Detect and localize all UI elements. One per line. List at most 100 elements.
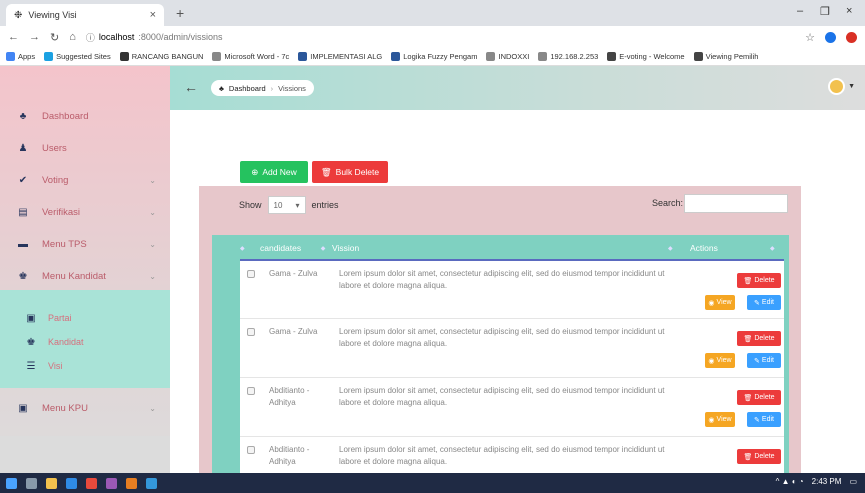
column-header-candidates[interactable]: candidates — [260, 243, 314, 253]
sidebar-item-verifikasi[interactable]: ▤ Verifikasi ⌄ — [0, 196, 170, 228]
sidebar-item-dashboard[interactable]: ♣ Dashboard — [0, 100, 170, 132]
sidebar-item-kandidat[interactable]: ♚ Kandidat — [0, 331, 170, 353]
bookmark-icon — [44, 52, 54, 61]
chrome-icon[interactable] — [86, 477, 97, 489]
entries-select[interactable]: 10 ▾ — [267, 196, 306, 214]
candidates-icon: ♚ — [18, 270, 28, 282]
sidebar-item-partai[interactable]: ▣ Partai — [0, 307, 170, 329]
file-explorer-icon[interactable] — [46, 477, 57, 489]
caret-down-icon[interactable]: ▼ — [848, 83, 855, 90]
minimize-icon[interactable]: – — [797, 5, 803, 17]
bookmark-icon — [391, 52, 401, 61]
app-icon[interactable] — [106, 477, 117, 489]
table-row: Abditianto - Adhitya Lorem ipsum dolor s… — [240, 436, 784, 473]
edit-label: Edit — [761, 416, 774, 423]
view-button[interactable]: ◉ View — [705, 412, 735, 427]
plus-circle-icon: ⊕ — [251, 166, 259, 177]
sidebar-item-voting[interactable]: ✔ Voting ⌄ — [0, 164, 170, 196]
back-icon[interactable]: ← — [8, 31, 19, 43]
column-header-vission[interactable]: Vission — [332, 243, 668, 253]
home-icon[interactable]: ⌂ — [69, 31, 76, 43]
sidebar-item-visi[interactable]: ☰ Visi — [0, 355, 170, 377]
add-new-button[interactable]: ⊕ Add New — [240, 161, 308, 183]
sidebar-item-menu-kpu[interactable]: ▣ Menu KPU ⌄ — [0, 392, 170, 424]
sort-icon[interactable]: ◆ — [314, 245, 332, 252]
row-checkbox[interactable] — [247, 446, 255, 454]
row-checkbox[interactable] — [247, 387, 255, 395]
back-arrow-icon[interactable]: ← — [184, 79, 198, 95]
delete-button[interactable]: 🗑 Delete — [737, 331, 781, 346]
bookmark-item[interactable]: E-voting - Welcome — [607, 52, 685, 61]
star-icon[interactable]: ☆ — [805, 31, 815, 44]
bookmark-item[interactable]: INDOXXI — [486, 52, 529, 61]
bookmark-label: IMPLEMENTASI ALG — [310, 52, 383, 61]
add-new-label: Add New — [262, 167, 297, 177]
trash-icon: 🗑 — [743, 335, 753, 343]
bookmark-item[interactable]: 192.168.2.253 — [538, 52, 598, 61]
close-window-icon[interactable]: × — [846, 5, 852, 17]
sort-icon[interactable]: ◆ — [240, 245, 260, 252]
sidebar-item-menu-tps[interactable]: ▬ Menu TPS ⌄ — [0, 228, 170, 260]
bookmark-item[interactable]: RANCANG BANGUN — [119, 52, 203, 61]
dashboard-icon: ♣ — [19, 110, 27, 122]
delete-button[interactable]: 🗑 Delete — [737, 449, 781, 464]
view-button[interactable]: ◉ View — [705, 295, 735, 310]
new-tab-button[interactable]: + — [176, 5, 184, 21]
forward-icon[interactable]: → — [29, 31, 40, 43]
pencil-icon: ✎ — [754, 299, 760, 307]
url-field[interactable]: ⓘ localhost:8000/admin/vissions — [86, 31, 795, 44]
bookmark-label: Viewing Pemilih — [705, 52, 759, 61]
edit-button[interactable]: ✎ Edit — [747, 412, 781, 427]
app-icon[interactable] — [146, 477, 157, 489]
address-bar: ← → ↻ ⌂ ⓘ localhost:8000/admin/vissions … — [0, 26, 865, 48]
bookmark-item[interactable]: Logika Fuzzy Pengam — [391, 52, 477, 61]
bookmark-item[interactable]: Apps — [6, 52, 35, 61]
maximize-icon[interactable]: ❐ — [820, 5, 830, 18]
notification-icon[interactable]: ▭ — [849, 477, 857, 486]
breadcrumb-home[interactable]: Dashboard — [229, 84, 266, 93]
bookmark-label: Apps — [18, 52, 36, 61]
tab-close-icon[interactable]: × — [150, 9, 156, 21]
extension-icon[interactable] — [825, 31, 836, 43]
bookmark-item[interactable]: Viewing Pemilih — [693, 52, 759, 61]
row-checkbox[interactable] — [247, 270, 255, 278]
cell-candidate: Gama - Zulva — [269, 327, 318, 336]
bookmark-item[interactable]: IMPLEMENTASI ALG — [298, 52, 382, 61]
delete-button[interactable]: 🗑 Delete — [737, 390, 781, 405]
sort-icon[interactable]: ◆ — [668, 245, 690, 252]
breadcrumb-separator: › — [270, 83, 274, 93]
app-icon[interactable] — [126, 477, 137, 489]
edit-button[interactable]: ✎ Edit — [747, 295, 781, 310]
bulk-delete-button[interactable]: 🗑 Bulk Delete — [312, 161, 388, 183]
bookmark-icon — [486, 52, 496, 61]
browser-tab[interactable]: ❉ Viewing Visi × — [6, 4, 164, 26]
clock[interactable]: 2:43 PM — [812, 477, 842, 486]
sidebar-item-menu-kandidat[interactable]: ♚ Menu Kandidat ⌄ — [0, 260, 170, 292]
search-label: Search: — [652, 198, 684, 208]
delete-button[interactable]: 🗑 Delete — [737, 273, 781, 288]
avatar[interactable] — [828, 78, 845, 95]
windows-start-icon[interactable] — [6, 477, 17, 489]
profile-icon[interactable] — [846, 31, 857, 43]
bookmark-item[interactable]: Suggested Sites — [44, 52, 111, 61]
column-header-actions: Actions — [690, 243, 718, 253]
reload-icon[interactable]: ↻ — [50, 31, 59, 44]
sidebar-item-users[interactable]: ♟ Users — [0, 132, 170, 164]
sort-icon[interactable]: ◆ — [770, 245, 775, 252]
task-view-icon[interactable] — [26, 477, 37, 489]
bookmark-item[interactable]: Microsoft Word - 7c — [212, 52, 289, 61]
tab-title: Viewing Visi — [28, 10, 77, 20]
chevron-down-icon: ⌄ — [149, 403, 156, 413]
bookmark-icon — [538, 52, 548, 61]
row-checkbox[interactable] — [247, 328, 255, 336]
bookmark-label: INDOXXI — [498, 52, 530, 61]
table-body: Gama - Zulva Lorem ipsum dolor sit amet,… — [240, 259, 784, 473]
edit-label: Edit — [761, 357, 774, 364]
edit-button[interactable]: ✎ Edit — [747, 353, 781, 368]
tray-icons[interactable]: ^ ▲ ◐ ◔ — [776, 477, 804, 486]
search-input[interactable] — [684, 194, 788, 213]
info-icon: ⓘ — [85, 32, 95, 43]
vscode-icon[interactable] — [66, 477, 77, 489]
view-button[interactable]: ◉ View — [705, 353, 735, 368]
trash-icon: 🗑 — [743, 394, 753, 402]
